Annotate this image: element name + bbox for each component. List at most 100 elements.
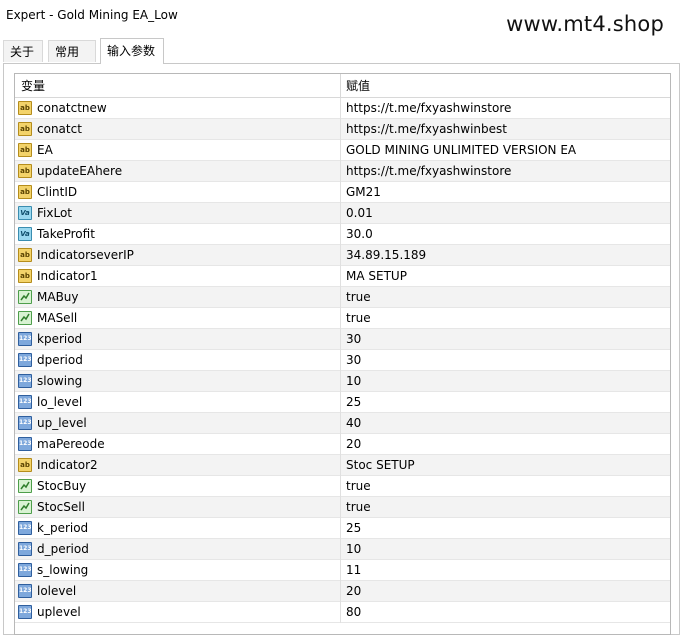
table-row[interactable]: 123 dperiod 30 bbox=[15, 350, 670, 371]
table-row[interactable]: 123 d_period 10 bbox=[15, 539, 670, 560]
variable-value[interactable]: 25 bbox=[346, 392, 361, 413]
column-separator bbox=[340, 203, 341, 224]
variable-value[interactable]: true bbox=[346, 308, 371, 329]
tab-about[interactable]: 关于 bbox=[3, 40, 43, 62]
table-row[interactable]: 123 uplevel 80 bbox=[15, 602, 670, 623]
table-row[interactable]: StocBuy true bbox=[15, 476, 670, 497]
table-row[interactable]: 123 up_level 40 bbox=[15, 413, 670, 434]
variable-name: Indicator2 bbox=[37, 458, 98, 472]
table-row[interactable]: ab IndicatorseverIP 34.89.15.189 bbox=[15, 245, 670, 266]
variable-value[interactable]: GOLD MINING UNLIMITED VERSION EA bbox=[346, 140, 576, 161]
table-row[interactable]: 123 k_period 25 bbox=[15, 518, 670, 539]
table-row[interactable]: ab conatct https://t.me/fxyashwinbest bbox=[15, 119, 670, 140]
tab-common[interactable]: 常用 bbox=[48, 40, 96, 62]
tab-strip: 关于 常用 输入参数 bbox=[0, 38, 683, 64]
column-separator bbox=[340, 182, 341, 203]
integer-type-icon: 123 bbox=[18, 395, 32, 409]
variable-value[interactable]: true bbox=[346, 476, 371, 497]
variable-value[interactable]: https://t.me/fxyashwinstore bbox=[346, 98, 511, 119]
variable-value[interactable]: https://t.me/fxyashwinbest bbox=[346, 119, 507, 140]
integer-type-icon: 123 bbox=[18, 416, 32, 430]
variable-name: conatct bbox=[37, 122, 82, 136]
variable-value[interactable]: 30 bbox=[346, 329, 361, 350]
variable-value[interactable]: 10 bbox=[346, 539, 361, 560]
column-separator bbox=[340, 119, 341, 140]
string-type-icon: ab bbox=[18, 458, 32, 472]
integer-type-icon: 123 bbox=[18, 584, 32, 598]
bool-type-icon bbox=[18, 311, 32, 325]
column-separator bbox=[340, 308, 341, 329]
grid-rows: ab conatctnew https://t.me/fxyashwinstore a… bbox=[15, 98, 670, 623]
integer-type-icon: 123 bbox=[18, 563, 32, 577]
table-row[interactable]: 123 lolevel 20 bbox=[15, 581, 670, 602]
string-type-icon: ab bbox=[18, 185, 32, 199]
variable-value[interactable]: 11 bbox=[346, 560, 361, 581]
table-row[interactable]: 123 lo_level 25 bbox=[15, 392, 670, 413]
header-separator[interactable] bbox=[340, 74, 341, 97]
variable-value[interactable]: true bbox=[346, 497, 371, 518]
variable-name: MABuy bbox=[37, 290, 79, 304]
variable-name: IndicatorseverIP bbox=[37, 248, 134, 262]
table-row[interactable]: MASell true bbox=[15, 308, 670, 329]
table-row[interactable]: MABuy true bbox=[15, 287, 670, 308]
column-separator bbox=[340, 98, 341, 119]
table-row[interactable]: 123 kperiod 30 bbox=[15, 329, 670, 350]
variable-value[interactable]: 30 bbox=[346, 350, 361, 371]
table-row[interactable]: StocSell true bbox=[15, 497, 670, 518]
column-separator bbox=[340, 140, 341, 161]
variable-name: d_period bbox=[37, 542, 89, 556]
table-row[interactable]: Va TakeProfit 30.0 bbox=[15, 224, 670, 245]
grid-header: 变量 赋值 bbox=[15, 74, 670, 98]
variable-value[interactable]: 20 bbox=[346, 581, 361, 602]
table-row[interactable]: ab EA GOLD MINING UNLIMITED VERSION EA bbox=[15, 140, 670, 161]
tab-inputs[interactable]: 输入参数 bbox=[100, 38, 164, 64]
variable-name: slowing bbox=[37, 374, 83, 388]
variable-value[interactable]: GM21 bbox=[346, 182, 381, 203]
integer-type-icon: 123 bbox=[18, 332, 32, 346]
variable-name: StocBuy bbox=[37, 479, 87, 493]
variable-value[interactable]: 30.0 bbox=[346, 224, 373, 245]
variable-value[interactable]: 40 bbox=[346, 413, 361, 434]
table-row[interactable]: ab Indicator1 MA SETUP bbox=[15, 266, 670, 287]
bool-type-icon bbox=[18, 500, 32, 514]
variable-value[interactable]: MA SETUP bbox=[346, 266, 407, 287]
variable-value[interactable]: 34.89.15.189 bbox=[346, 245, 426, 266]
variable-value[interactable]: 80 bbox=[346, 602, 361, 623]
column-separator bbox=[340, 581, 341, 602]
variable-value[interactable]: 20 bbox=[346, 434, 361, 455]
string-type-icon: ab bbox=[18, 101, 32, 115]
integer-type-icon: 123 bbox=[18, 605, 32, 619]
table-row[interactable]: Va FixLot 0.01 bbox=[15, 203, 670, 224]
header-value[interactable]: 赋值 bbox=[346, 74, 370, 97]
variable-name: lo_level bbox=[37, 395, 83, 409]
variable-name: updateEAhere bbox=[37, 164, 123, 178]
table-row[interactable]: ab ClintID GM21 bbox=[15, 182, 670, 203]
header-variable[interactable]: 变量 bbox=[21, 74, 45, 97]
title-bar: Expert - Gold Mining EA_Low www.mt4.shop bbox=[0, 0, 683, 36]
bool-type-icon bbox=[18, 290, 32, 304]
double-type-icon: Va bbox=[18, 206, 32, 220]
table-row[interactable]: 123 s_lowing 11 bbox=[15, 560, 670, 581]
table-row[interactable]: ab conatctnew https://t.me/fxyashwinstore bbox=[15, 98, 670, 119]
string-type-icon: ab bbox=[18, 248, 32, 262]
column-separator bbox=[340, 161, 341, 182]
table-row[interactable]: 123 slowing 10 bbox=[15, 371, 670, 392]
variable-value[interactable]: 25 bbox=[346, 518, 361, 539]
watermark: www.mt4.shop bbox=[506, 12, 664, 36]
table-row[interactable]: 123 maPereode 20 bbox=[15, 434, 670, 455]
column-separator bbox=[340, 476, 341, 497]
variable-value[interactable]: 0.01 bbox=[346, 203, 373, 224]
variable-value[interactable]: Stoc SETUP bbox=[346, 455, 415, 476]
column-separator bbox=[340, 350, 341, 371]
variable-value[interactable]: 10 bbox=[346, 371, 361, 392]
table-row[interactable]: ab Indicator2 Stoc SETUP bbox=[15, 455, 670, 476]
bool-type-icon bbox=[18, 479, 32, 493]
variable-value[interactable]: true bbox=[346, 287, 371, 308]
integer-type-icon: 123 bbox=[18, 542, 32, 556]
variable-name: dperiod bbox=[37, 353, 83, 367]
column-separator bbox=[340, 266, 341, 287]
variable-name: FixLot bbox=[37, 206, 72, 220]
table-row[interactable]: ab updateEAhere https://t.me/fxyashwinstor… bbox=[15, 161, 670, 182]
variable-value[interactable]: https://t.me/fxyashwinstore bbox=[346, 161, 511, 182]
variable-name: s_lowing bbox=[37, 563, 89, 577]
